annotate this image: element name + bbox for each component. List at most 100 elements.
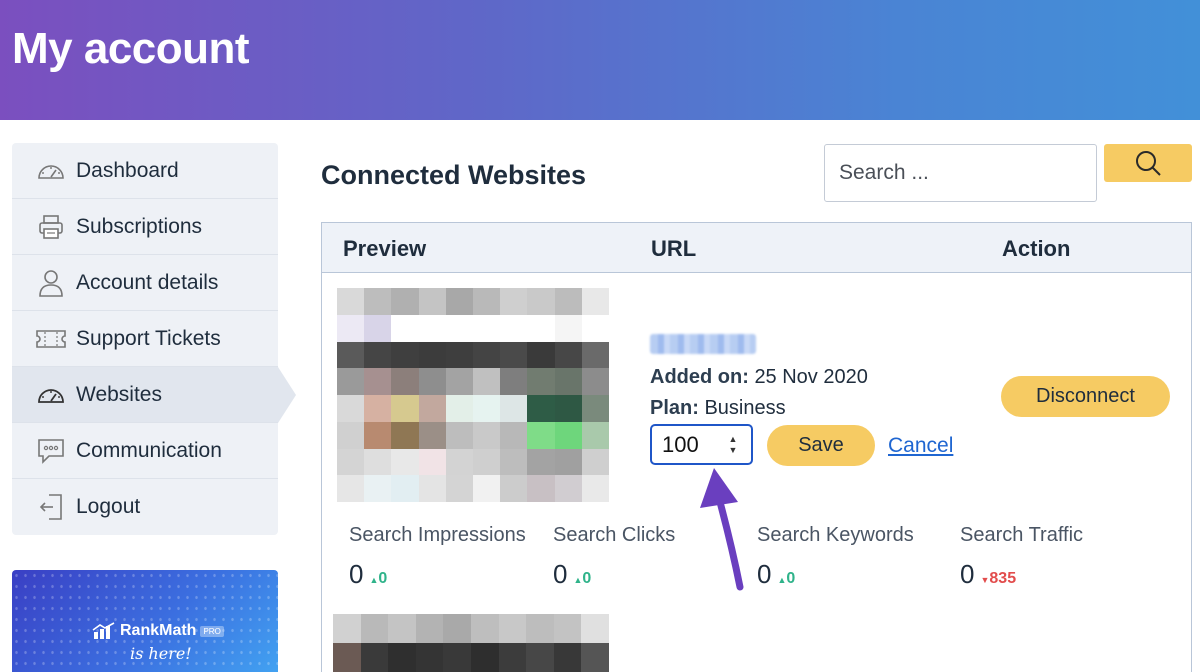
sidebar-item-label: Subscriptions xyxy=(76,214,203,238)
thumbnail-pixel xyxy=(553,614,582,643)
thumbnail-pixel xyxy=(527,448,555,476)
thumbnail-pixel xyxy=(418,395,446,422)
thumbnail-pixel xyxy=(471,614,499,643)
thumbnail-pixel xyxy=(391,475,419,502)
thumbnail-pixel xyxy=(364,395,392,422)
thumbnail-pixel xyxy=(418,341,446,369)
thumbnail-pixel xyxy=(500,341,528,369)
thumbnail-pixel xyxy=(500,288,528,315)
thumbnail-pixel xyxy=(360,614,389,643)
stepper-arrows[interactable]: ▲ ▼ xyxy=(727,434,739,456)
stat-delta-value: 0 xyxy=(378,570,388,587)
thumbnail-pixel xyxy=(443,643,471,672)
thumbnail-pixel xyxy=(471,643,499,672)
thumbnail-pixel xyxy=(415,643,444,672)
stat-delta-value: 0 xyxy=(582,570,592,587)
promo-brand: RankMath xyxy=(120,622,197,639)
chat-bubble-icon xyxy=(36,436,66,466)
user-icon xyxy=(36,268,66,298)
section-title: Connected Websites xyxy=(321,160,587,190)
site-preview-thumbnail-2 xyxy=(333,614,609,672)
thumbnail-pixel xyxy=(445,395,473,422)
logout-icon xyxy=(36,492,66,522)
save-button[interactable]: Save xyxy=(767,425,875,466)
sidebar-item-dashboard[interactable]: Dashboard xyxy=(12,143,278,199)
thumbnail-pixel xyxy=(360,643,389,672)
quantity-stepper[interactable]: ▲ ▼ xyxy=(650,424,753,465)
thumbnail-pixel xyxy=(391,288,419,315)
stepper-down-icon[interactable]: ▼ xyxy=(727,445,739,456)
thumbnail-pixel xyxy=(554,421,582,449)
thumbnail-pixel xyxy=(445,368,473,395)
site-url-link[interactable] xyxy=(650,334,756,354)
table-header: Preview URL Action xyxy=(322,223,1191,273)
thumbnail-pixel xyxy=(337,395,365,422)
stat-search-clicks: Search Clicks 0 ▲0 xyxy=(553,524,675,590)
sidebar-item-communication[interactable]: Communication xyxy=(12,423,278,479)
thumbnail-pixel xyxy=(554,448,582,476)
thumbnail-pixel xyxy=(526,643,554,672)
sidebar-item-support-tickets[interactable]: Support Tickets xyxy=(12,311,278,367)
thumbnail-pixel xyxy=(554,288,582,315)
thumbnail-pixel xyxy=(473,341,501,369)
sidebar-item-label: Account details xyxy=(76,270,219,294)
thumbnail-pixel xyxy=(581,448,609,476)
thumbnail-pixel xyxy=(473,288,501,315)
sidebar-item-label: Websites xyxy=(76,382,162,406)
thumbnail-pixel xyxy=(364,341,392,369)
search-icon xyxy=(1136,151,1161,176)
annotation-arrow-icon xyxy=(700,468,744,591)
sidebar-item-subscriptions[interactable]: Subscriptions xyxy=(12,199,278,255)
thumbnail-pixel xyxy=(554,341,582,369)
stat-delta-down: ▼835 xyxy=(980,570,1016,588)
thumbnail-pixel xyxy=(581,395,609,422)
sidebar-item-account-details[interactable]: Account details xyxy=(12,255,278,311)
plan-label: Plan: xyxy=(650,397,699,419)
thumbnail-pixel xyxy=(500,314,528,342)
thumbnail-pixel xyxy=(364,314,392,342)
sidebar-item-label: Support Tickets xyxy=(76,326,221,350)
stat-delta-value: 0 xyxy=(786,570,796,587)
thumbnail-pixel xyxy=(391,314,419,342)
search-button[interactable] xyxy=(1104,144,1192,182)
stepper-up-icon[interactable]: ▲ xyxy=(727,434,739,445)
thumbnail-pixel xyxy=(473,448,501,476)
thumbnail-pixel xyxy=(554,368,582,395)
stat-value: 0 xyxy=(960,559,975,589)
stat-value-row: 0 ▲0 xyxy=(349,559,526,590)
thumbnail-pixel xyxy=(445,475,473,502)
thumbnail-pixel xyxy=(443,614,471,643)
thumbnail-pixel xyxy=(364,475,392,502)
thumbnail-pixel xyxy=(391,448,419,476)
column-header-url: URL xyxy=(651,236,697,261)
sidebar-nav: Dashboard Subscriptions Account details … xyxy=(12,143,296,535)
search-input[interactable] xyxy=(824,144,1097,202)
quantity-input[interactable] xyxy=(662,431,722,459)
thumbnail-pixel xyxy=(527,368,555,395)
sidebar-item-websites[interactable]: Websites xyxy=(12,367,296,423)
thumbnail-pixel xyxy=(473,314,501,342)
disconnect-button[interactable]: Disconnect xyxy=(1001,376,1170,417)
thumbnail-pixel xyxy=(500,368,528,395)
stat-value-row: 0 ▲0 xyxy=(757,559,914,590)
thumbnail-pixel xyxy=(364,448,392,476)
thumbnail-pixel xyxy=(554,395,582,422)
thumbnail-pixel xyxy=(337,314,365,342)
thumbnail-pixel xyxy=(388,643,416,672)
stat-label: Search Keywords xyxy=(757,524,914,546)
page-title: My account xyxy=(12,24,250,73)
column-header-action: Action xyxy=(1002,236,1071,261)
cancel-link[interactable]: Cancel xyxy=(888,434,953,458)
rankmath-pro-banner[interactable]: RankMath PRO is here! xyxy=(12,570,278,672)
thumbnail-pixel xyxy=(581,341,609,369)
rankmath-logo: RankMath PRO xyxy=(92,622,224,640)
thumbnail-pixel xyxy=(391,368,419,395)
thumbnail-pixel xyxy=(445,448,473,476)
thumbnail-pixel xyxy=(526,614,554,643)
stat-search-impressions: Search Impressions 0 ▲0 xyxy=(349,524,526,590)
stat-label: Search Impressions xyxy=(349,524,526,546)
sidebar-item-logout[interactable]: Logout xyxy=(12,479,278,535)
thumbnail-pixel xyxy=(388,614,416,643)
stat-delta-up: ▲0 xyxy=(777,570,795,588)
thumbnail-pixel xyxy=(500,395,528,422)
